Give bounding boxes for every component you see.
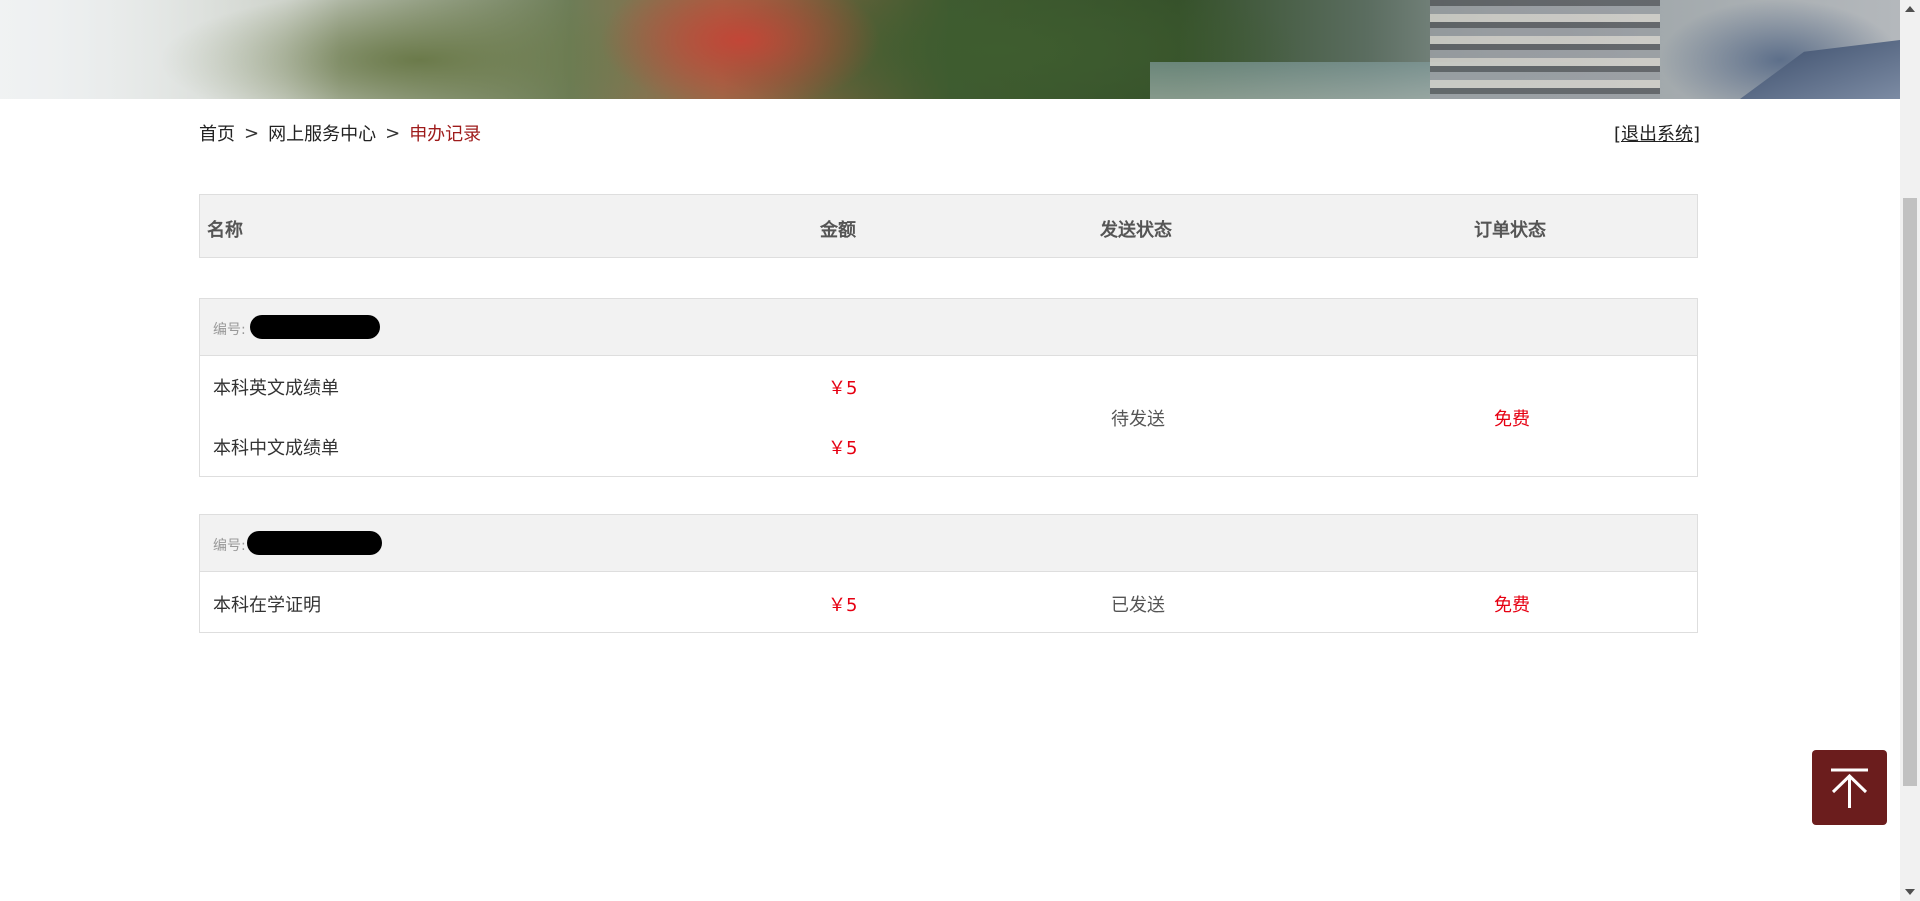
- header-name: 名称: [207, 220, 243, 241]
- breadcrumb: 首页 > 网上服务中心 > 申办记录: [199, 120, 481, 146]
- banner-pagoda: [1430, 0, 1660, 99]
- order-record: 编号: 本科英文成绩单 ￥5 本科中文成绩单 ￥5 待发送 免费: [199, 298, 1698, 477]
- order-header: 编号:: [200, 299, 1697, 356]
- send-status: 已发送: [1111, 595, 1165, 616]
- header-banner-image: [0, 0, 1900, 99]
- item-price: ￥5: [828, 438, 858, 459]
- item-name: 本科在学证明: [213, 595, 321, 616]
- logout-wrapper: [退出系统]: [1614, 120, 1700, 146]
- breadcrumb-home-link[interactable]: 首页: [199, 120, 235, 146]
- header-amount: 金额: [820, 220, 856, 241]
- item-price: ￥5: [828, 378, 858, 399]
- item-price: ￥5: [828, 595, 858, 616]
- logout-open-bracket: [: [1613, 124, 1621, 145]
- order-body: 本科在学证明 ￥5 已发送 免费: [200, 572, 1697, 632]
- header-order-status: 订单状态: [1474, 220, 1546, 241]
- scroll-down-icon[interactable]: [1905, 889, 1915, 895]
- header-send-status: 发送状态: [1100, 220, 1172, 241]
- order-id-redacted: [247, 531, 382, 555]
- scrollbar-thumb[interactable]: [1903, 198, 1917, 786]
- logout-close-bracket: ]: [1692, 124, 1700, 145]
- back-to-top-button[interactable]: [1812, 750, 1887, 825]
- order-id-label: 编号:: [213, 322, 246, 338]
- logout-link[interactable]: 退出系统: [1621, 124, 1693, 145]
- order-status: 免费: [1494, 595, 1530, 616]
- banner-roof: [1740, 40, 1900, 99]
- scroll-up-icon[interactable]: [1905, 6, 1915, 12]
- arrow-up-to-top-icon: [1831, 768, 1868, 808]
- breadcrumb-separator: >: [244, 122, 260, 144]
- send-status: 待发送: [1111, 409, 1165, 430]
- order-record: 编号: 本科在学证明 ￥5 已发送 免费: [199, 514, 1698, 633]
- order-status: 免费: [1494, 409, 1530, 430]
- records-table-header: 名称 金额 发送状态 订单状态: [199, 194, 1698, 258]
- banner-fade: [0, 0, 340, 99]
- order-id-label: 编号:: [213, 538, 246, 554]
- breadcrumb-service-center-link[interactable]: 网上服务中心: [268, 120, 376, 146]
- order-body: 本科英文成绩单 ￥5 本科中文成绩单 ￥5 待发送 免费: [200, 356, 1697, 476]
- order-header: 编号:: [200, 515, 1697, 572]
- item-name: 本科中文成绩单: [213, 438, 339, 459]
- breadcrumb-current: 申办记录: [409, 124, 482, 145]
- item-name: 本科英文成绩单: [213, 378, 339, 399]
- vertical-scrollbar[interactable]: [1900, 0, 1920, 901]
- order-id-redacted: [250, 315, 380, 339]
- breadcrumb-separator: >: [385, 122, 401, 144]
